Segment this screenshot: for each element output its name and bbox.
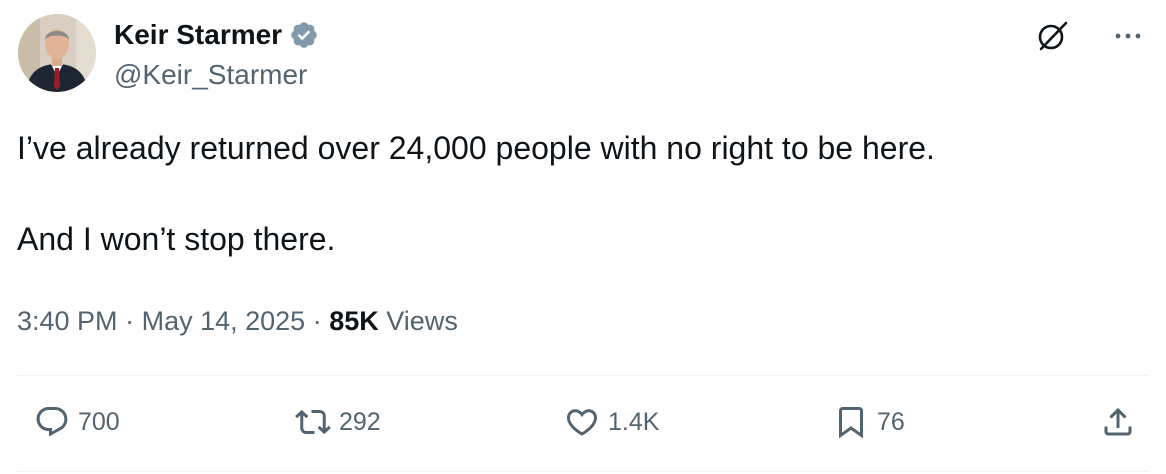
views-label: Views — [386, 306, 458, 336]
verified-badge-icon[interactable] — [289, 20, 319, 50]
like-count: 1.4K — [608, 408, 660, 436]
divider-bottom — [17, 471, 1148, 472]
author-handle[interactable]: @Keir_Starmer — [114, 58, 307, 92]
tweet-text: I’ve already returned over 24,000 people… — [17, 126, 1147, 261]
author-display-name[interactable]: Keir Starmer — [114, 18, 282, 52]
tweet-date[interactable]: May 14, 2025 — [142, 306, 306, 336]
share-button[interactable] — [1100, 404, 1136, 440]
bookmark-icon — [839, 407, 863, 439]
views-count: 85K — [329, 306, 379, 336]
meta-separator: · — [125, 306, 135, 336]
repost-button[interactable]: 292 — [295, 404, 381, 440]
reply-icon — [36, 407, 68, 437]
like-icon — [566, 409, 598, 436]
share-icon — [1104, 407, 1132, 436]
more-icon[interactable] — [1114, 20, 1142, 44]
grok-icon[interactable] — [1035, 21, 1069, 56]
reply-button[interactable]: 700 — [34, 404, 120, 440]
repost-count: 292 — [339, 408, 381, 436]
tweet-paragraph: And I won’t stop there. — [17, 221, 336, 257]
like-button[interactable]: 1.4K — [564, 404, 659, 440]
tweet-card: Keir Starmer @Keir_Starmer I’ve already … — [0, 0, 1166, 474]
tweet-meta: 3:40 PM · May 14, 2025 · 85K Views — [17, 303, 458, 339]
reply-count: 700 — [78, 408, 120, 436]
author-name-row: Keir Starmer — [114, 18, 319, 52]
tweet-time[interactable]: 3:40 PM — [17, 306, 118, 336]
bookmark-count: 76 — [877, 408, 905, 436]
divider-top — [17, 375, 1148, 376]
avatar[interactable] — [18, 14, 96, 92]
bookmark-button[interactable]: 76 — [833, 404, 905, 440]
tweet-paragraph: I’ve already returned over 24,000 people… — [17, 130, 935, 166]
repost-icon — [295, 409, 331, 435]
meta-separator: · — [312, 306, 322, 336]
